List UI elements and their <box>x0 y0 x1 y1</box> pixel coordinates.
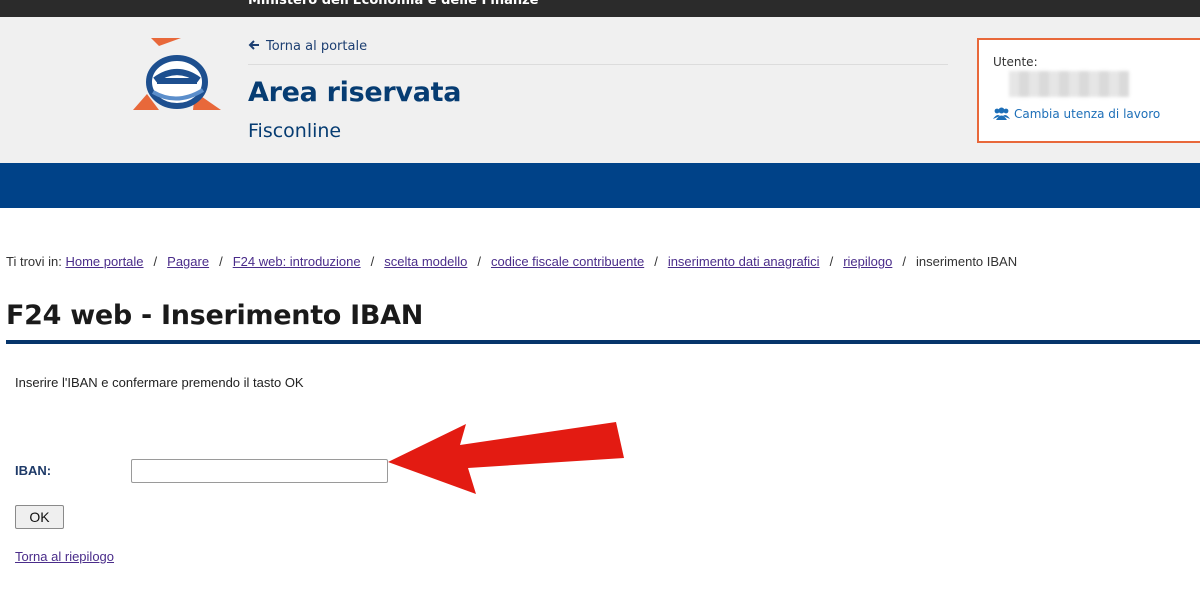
breadcrumb-separator: / <box>153 254 158 269</box>
breadcrumb-home-portale[interactable]: Home portale <box>65 254 143 269</box>
agenzia-entrate-logo-icon[interactable] <box>133 36 223 112</box>
users-icon <box>993 107 1010 120</box>
instruction-text: Inserire l'IBAN e confermare premendo il… <box>15 375 304 390</box>
blue-nav-bar <box>0 163 1200 208</box>
breadcrumb-separator: / <box>370 254 375 269</box>
top-bar: Ministero dell'Economia e delle Finanze <box>0 0 1200 17</box>
breadcrumb-separator: / <box>829 254 834 269</box>
breadcrumb: Ti trovi in: Home portale / Pagare / F24 web… <box>6 254 1017 269</box>
breadcrumb-separator: / <box>654 254 658 269</box>
breadcrumb-prefix: Ti trovi in: <box>6 254 62 269</box>
back-to-portal-link[interactable]: Torna al portale <box>248 39 367 54</box>
area-subtitle: Fisconline <box>248 120 342 142</box>
red-arrow-annotation <box>388 422 624 494</box>
change-user-label: Cambia utenza di lavoro <box>1014 107 1161 121</box>
header: Torna al portale Area riservata Fisconli… <box>0 17 1200 163</box>
breadcrumb-riepilogo[interactable]: riepilogo <box>843 254 892 269</box>
breadcrumb-dati-anagrafici[interactable]: inserimento dati anagrafici <box>668 254 820 269</box>
arrow-left-icon <box>248 40 259 50</box>
change-user-link[interactable]: Cambia utenza di lavoro <box>993 107 1160 121</box>
breadcrumb-separator: / <box>219 254 223 269</box>
breadcrumb-separator: / <box>902 254 906 269</box>
back-to-summary-link[interactable]: Torna al riepilogo <box>15 549 114 564</box>
breadcrumb-f24-intro[interactable]: F24 web: introduzione <box>233 254 361 269</box>
user-box: Utente: Cambia utenza di lavoro <box>977 38 1200 143</box>
blurred-username <box>1009 71 1129 97</box>
page-title: F24 web - Inserimento IBAN <box>6 300 424 331</box>
breadcrumb-pagare[interactable]: Pagare <box>167 254 209 269</box>
breadcrumb-current: inserimento IBAN <box>915 254 1018 269</box>
breadcrumb-separator: / <box>477 254 481 269</box>
title-rule <box>6 340 1200 344</box>
user-label: Utente: <box>993 55 1038 69</box>
breadcrumb-scelta-modello[interactable]: scelta modello <box>384 254 467 269</box>
area-title: Area riservata <box>248 77 462 108</box>
back-to-portal-label: Torna al portale <box>266 39 368 54</box>
ok-button[interactable]: OK <box>15 505 64 529</box>
header-divider <box>248 64 948 65</box>
iban-input[interactable] <box>131 459 388 483</box>
ministry-name: Ministero dell'Economia e delle Finanze <box>248 0 539 8</box>
breadcrumb-codice-fiscale[interactable]: codice fiscale contribuente <box>491 254 644 269</box>
iban-label: IBAN: <box>15 463 52 478</box>
